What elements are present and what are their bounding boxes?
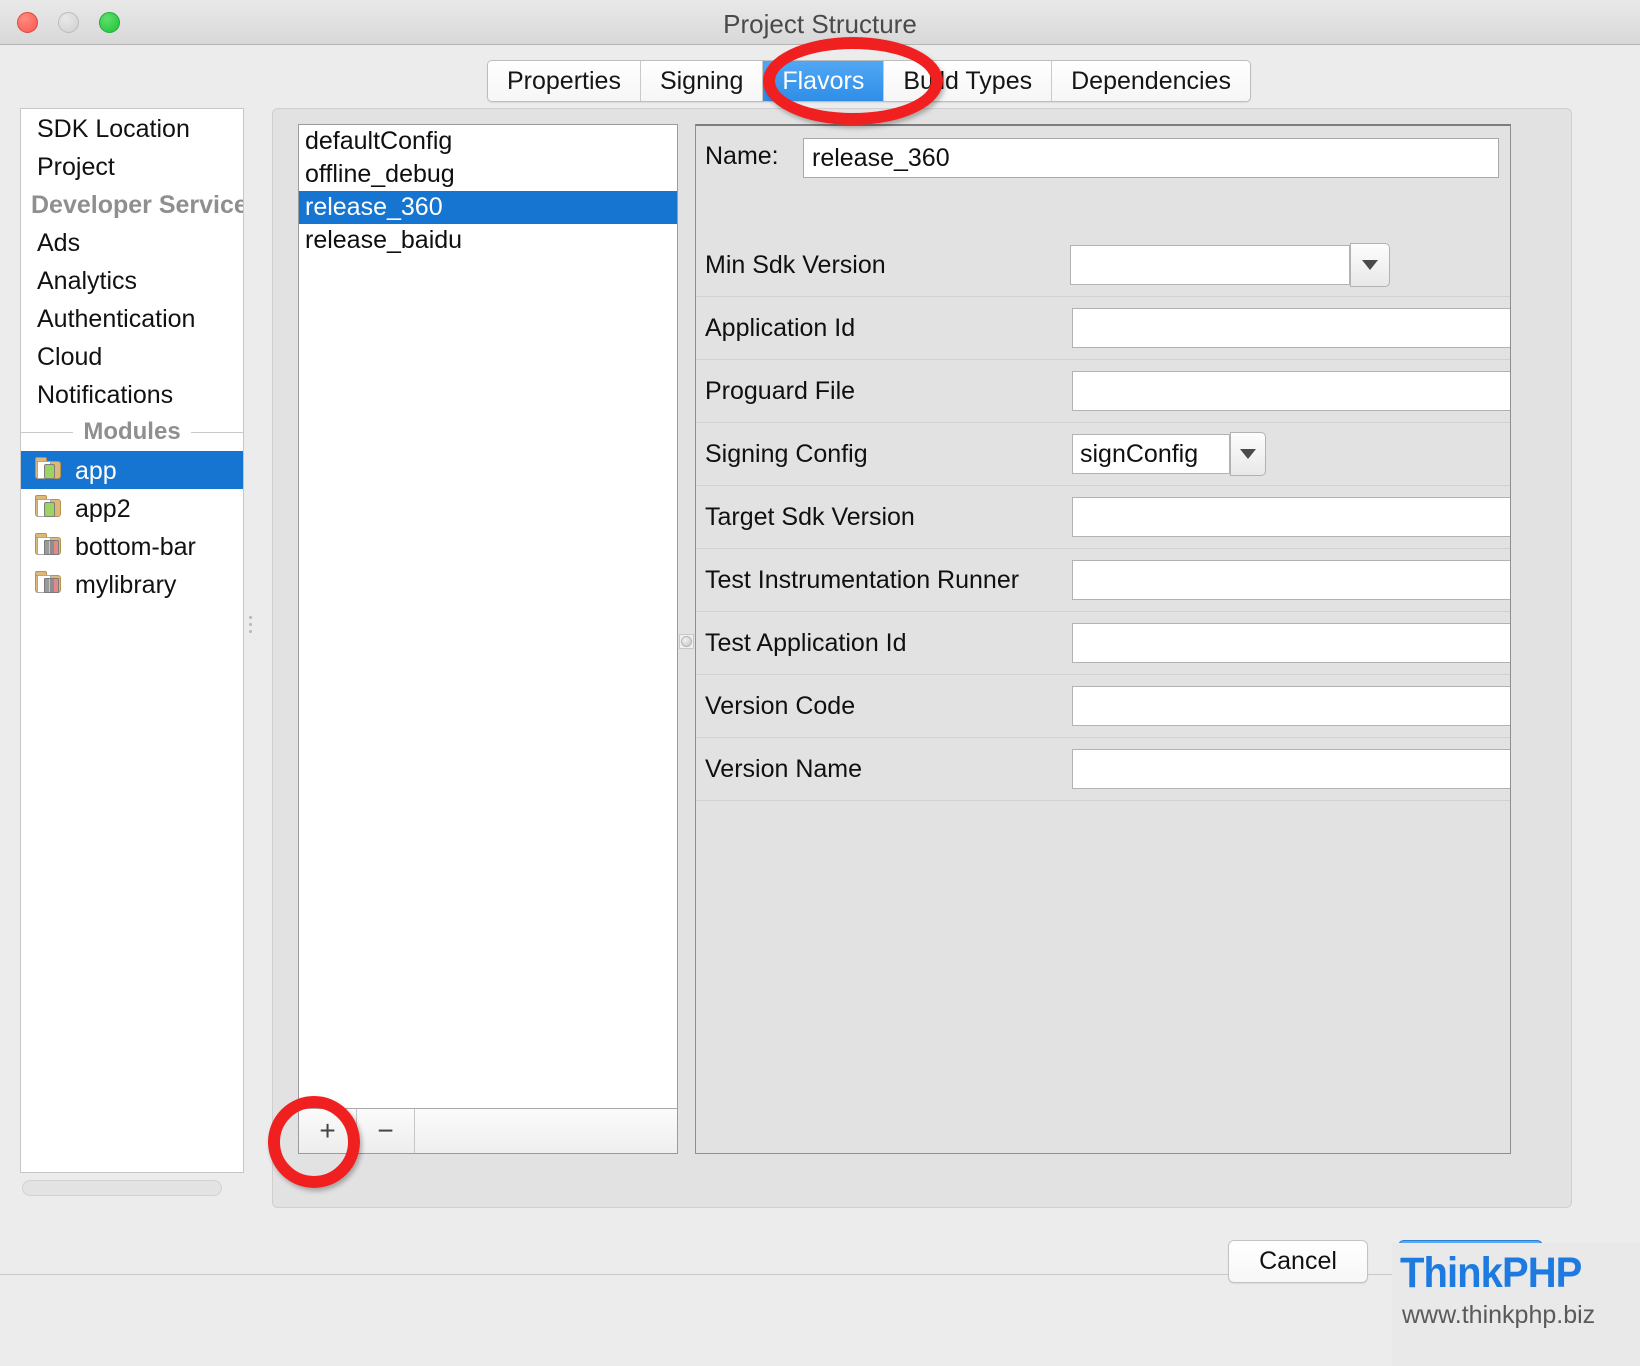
window-titlebar: Project Structure [0,0,1640,45]
combo-value-min-sdk-version[interactable] [1070,245,1350,285]
flavors-toolbar: + − [299,1108,677,1153]
remove-flavor-button[interactable]: − [357,1109,415,1153]
combo-signing-config[interactable]: signConfig [1072,432,1272,476]
sidebar-item-bottom-bar[interactable]: bottom-bar [21,527,243,565]
sidebar-item-mylibrary[interactable]: mylibrary [21,565,243,603]
tab-signing[interactable]: Signing [640,61,764,101]
sidebar-group-label: Developer Service [31,191,244,220]
sidebar-item-label: Notifications [37,381,174,410]
sidebar-item-label: bottom-bar [75,533,196,562]
thinkphp-logo: ThinkPHP [1400,1249,1582,1297]
flavor-item-defaultconfig[interactable]: defaultConfig [299,125,677,158]
input-test-application-id[interactable] [1072,623,1510,663]
sidebar-group-developer-service: Developer Service [21,185,243,223]
library-module-icon [35,571,65,595]
field-row-application-id: Application Id [696,297,1510,360]
input-version-code[interactable] [1072,686,1510,726]
field-label-application-id: Application Id [705,314,856,342]
sidebar-item-label: SDK Location [37,115,190,144]
sidebar-item-sdk-location[interactable]: SDK Location [21,109,243,147]
sidebar-item-label: Authentication [37,305,196,334]
sidebar-item-label: Cloud [37,343,103,372]
field-label-signing-config: Signing Config [705,440,868,468]
flavor-details-form: Name: release_360 Min Sdk Version Applica… [695,124,1511,1154]
sidebar-splitter-handle[interactable] [246,612,254,646]
field-row-version-code: Version Code [696,675,1510,738]
field-row-target-sdk-version: Target Sdk Version [696,486,1510,549]
field-row-test-instrumentation-runner: Test Instrumentation Runner [696,549,1510,612]
input-test-instrumentation-runner[interactable] [1072,560,1510,600]
flavor-item-release-360[interactable]: release_360 [299,191,677,224]
sidebar-item-ads[interactable]: Ads [21,223,243,261]
field-label-version-name: Version Name [705,755,863,783]
project-structure-window: Project Structure + − SDK Location Projec… [0,0,1640,1366]
sidebar-item-label: Ads [37,229,81,258]
thinkphp-url: www.thinkphp.biz [1402,1301,1596,1329]
flavor-item-release-baidu[interactable]: release_baidu [299,224,677,257]
sidebar-item-authentication[interactable]: Authentication [21,299,243,337]
name-row: Name: release_360 [696,126,1510,186]
flavors-list[interactable]: defaultConfig offline_debug release_360 rel… [299,125,677,1109]
chevron-down-icon[interactable] [1230,432,1266,476]
android-module-icon [35,495,65,519]
combo-value-signing-config[interactable]: signConfig [1072,434,1230,474]
flavor-item-offline-debug[interactable]: offline_debug [299,158,677,191]
input-target-sdk-version[interactable] [1072,497,1510,537]
field-row-min-sdk-version: Min Sdk Version [696,234,1510,297]
combo-min-sdk-version[interactable] [1070,243,1390,287]
sidebar-item-notifications[interactable]: Notifications [21,375,243,413]
android-module-icon [35,457,65,481]
window-title: Project Structure [723,9,917,39]
sidebar-item-app[interactable]: app [21,451,243,489]
sidebar-item-cloud[interactable]: Cloud [21,337,243,375]
sidebar-item-label: app2 [75,495,131,524]
sidebar-item-analytics[interactable]: Analytics [21,261,243,299]
flavors-toolbar-filler [415,1109,677,1153]
sidebar-group-modules: Modules [21,413,243,451]
field-label-target-sdk-version: Target Sdk Version [705,503,915,531]
chevron-down-icon[interactable] [1350,243,1390,287]
tab-flavors[interactable]: Flavors [763,61,885,101]
tab-bar: Properties Signing Flavors Build Types Depen… [487,60,1251,102]
tab-dependencies[interactable]: Dependencies [1052,61,1250,101]
sidebar-item-label: Analytics [37,267,138,296]
add-flavor-button[interactable]: + [299,1109,357,1153]
flavors-panel: defaultConfig offline_debug release_360 rel… [298,124,678,1154]
field-label-test-application-id: Test Application Id [705,629,907,657]
sidebar-item-label: mylibrary [75,571,177,600]
field-separator [696,800,1510,801]
field-row-test-application-id: Test Application Id [696,612,1510,675]
cancel-button[interactable]: Cancel [1228,1240,1368,1283]
tab-properties[interactable]: Properties [488,61,641,101]
sidebar-item-app2[interactable]: app2 [21,489,243,527]
field-label-test-instrumentation-runner: Test Instrumentation Runner [705,566,1020,594]
name-label: Name: [705,142,779,170]
field-label-version-code: Version Code [705,692,856,720]
thinkphp-watermark: ThinkPHP www.thinkphp.biz [1392,1243,1640,1366]
sidebar-group-label: Modules [21,413,243,451]
tab-build-types[interactable]: Build Types [884,61,1053,101]
library-module-icon [35,533,65,557]
sidebar-item-label: app [75,457,117,486]
name-input[interactable]: release_360 [803,138,1499,178]
field-row-signing-config: Signing Config signConfig [696,423,1510,486]
input-version-name[interactable] [1072,749,1510,789]
input-proguard-file[interactable] [1072,371,1510,411]
sidebar-item-project[interactable]: Project [21,147,243,185]
sidebar-horizontal-scrollbar[interactable] [22,1180,222,1196]
sidebar-toolbar: + − [0,46,262,142]
sidebar-item-label: Project [37,153,115,182]
field-label-min-sdk-version: Min Sdk Version [705,251,886,279]
field-row-version-name: Version Name [696,738,1510,801]
sidebar-list[interactable]: SDK Location Project Developer Service Ads A… [20,108,244,1173]
field-label-proguard-file: Proguard File [705,377,856,405]
input-application-id[interactable] [1072,308,1510,348]
field-row-proguard-file: Proguard File [696,360,1510,423]
panel-splitter-handle[interactable] [679,634,694,649]
